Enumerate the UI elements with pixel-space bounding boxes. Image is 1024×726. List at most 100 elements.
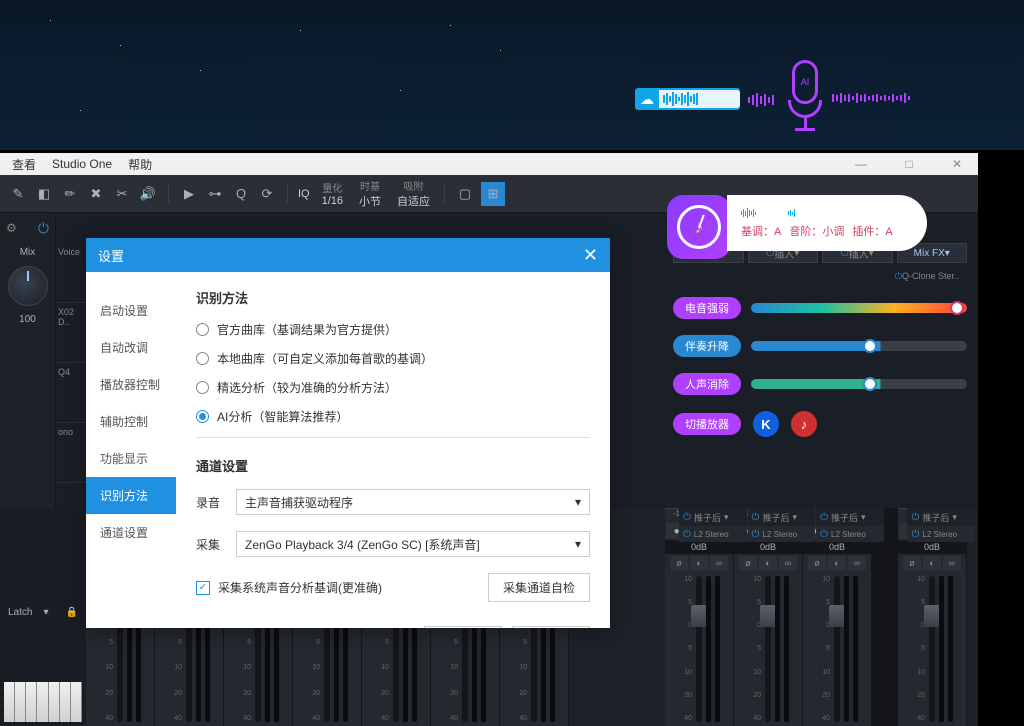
netease-icon[interactable]: ♪ xyxy=(791,411,817,437)
link-icon[interactable]: ∞ xyxy=(943,556,961,570)
gain-value: 0dB xyxy=(734,540,802,554)
track-item[interactable]: X02 D.. xyxy=(56,303,86,363)
stereo-icon[interactable]: ◐ xyxy=(828,556,846,570)
snap-dropdown[interactable]: 吸附 自适应 xyxy=(391,178,436,209)
post-fader-cell[interactable]: ⏻推子后 ▾ xyxy=(748,508,816,526)
mute-tool-icon[interactable]: ✖ xyxy=(84,182,108,206)
gain-value: 0dB xyxy=(898,540,966,554)
pitch-shift-row: 伴奏升降 xyxy=(673,335,967,357)
listen-tool-icon[interactable]: 🔊 xyxy=(136,182,160,206)
zoom-tool-icon[interactable]: Q xyxy=(229,182,253,206)
view-icon-2[interactable]: ⊞ xyxy=(481,182,505,206)
post-fader-cell[interactable]: ⏻推子后 ▾ xyxy=(679,508,747,526)
capture-label: 采集 xyxy=(196,536,226,553)
capture-select[interactable]: ZenGo Playback 3/4 (ZenGo SC) [系统声音]▾ xyxy=(236,531,590,557)
menu-bar: 查看 Studio One 帮助 xyxy=(0,153,978,175)
nav-channel[interactable]: 通道设置 xyxy=(86,514,176,551)
l2-stereo-cell[interactable]: ⏻L2 Stereo xyxy=(907,526,975,542)
record-select[interactable]: 主声音捕获驱动程序▾ xyxy=(236,489,590,515)
player-switch-label: 切播放器 xyxy=(673,413,741,435)
ai-mic-widget[interactable]: AI xyxy=(785,60,825,140)
radio-select[interactable]: 精选分析（较为准确的分析方法） xyxy=(196,379,590,396)
section-detection-title: 识别方法 xyxy=(196,288,590,307)
automation-tool-icon[interactable]: ⟳ xyxy=(255,182,279,206)
nav-startup[interactable]: 启动设置 xyxy=(86,292,176,329)
gear-icon[interactable]: ⚙ xyxy=(6,221,17,235)
record-label: 录音 xyxy=(196,494,226,511)
maximize-button[interactable]: □ xyxy=(891,155,927,173)
menu-view[interactable]: 查看 xyxy=(4,156,44,173)
level-meter xyxy=(844,576,849,722)
quantize-dropdown[interactable]: 量化 1/16 xyxy=(316,180,349,207)
effect-strength-label: 电音强弱 xyxy=(673,297,741,319)
arrow-tool-icon[interactable]: ✎ xyxy=(6,182,30,206)
latch-mode[interactable]: Latch ▾ 🔒 xyxy=(4,602,82,622)
timebase-dropdown[interactable]: 时基 小节 xyxy=(353,178,387,209)
post-fader-cell[interactable]: ⏻推子后 ▾ xyxy=(816,508,884,526)
track-item[interactable]: Voice xyxy=(56,243,86,303)
post-fader-cell[interactable]: ⏻推子后 ▾ xyxy=(907,508,975,526)
level-meter xyxy=(706,576,711,722)
restore-default-button[interactable]: 恢复默认 xyxy=(424,626,502,628)
close-button[interactable]: ✕ xyxy=(939,155,975,173)
link-icon[interactable]: ∞ xyxy=(848,556,866,570)
link-icon[interactable]: ∞ xyxy=(779,556,797,570)
mix-value: 100 xyxy=(0,314,55,325)
kugou-icon[interactable]: K xyxy=(753,411,779,437)
fader[interactable] xyxy=(929,576,935,722)
split-tool-icon[interactable]: ✂ xyxy=(110,182,134,206)
radio-ai[interactable]: AI分析（智能算法推荐） xyxy=(196,408,590,425)
phase-icon[interactable]: ø xyxy=(808,556,826,570)
cloud-sync-badge[interactable]: ☁ xyxy=(635,88,740,110)
menu-help[interactable]: 帮助 xyxy=(120,156,160,173)
nav-display[interactable]: 功能显示 xyxy=(86,440,176,477)
mixer-left-panel: Latch ▾ 🔒 xyxy=(0,508,86,726)
dialog-title: 设置 xyxy=(98,246,124,265)
radio-official[interactable]: 官方曲库（基调结果为官方提供） xyxy=(196,321,590,338)
effect-strength-slider[interactable] xyxy=(751,303,967,313)
link-icon[interactable]: ∞ xyxy=(710,556,728,570)
dialog-close-icon[interactable]: ✕ xyxy=(583,245,598,266)
transport-icon[interactable]: ▶ xyxy=(177,182,201,206)
phase-icon[interactable]: ø xyxy=(903,556,921,570)
mic-wave-right xyxy=(832,93,910,103)
system-audio-checkbox[interactable]: ✓ xyxy=(196,581,210,595)
tools-button[interactable]: 周边工具 xyxy=(512,626,590,628)
l2-stereo-cell[interactable]: ⏻L2 Stereo xyxy=(679,526,747,542)
nav-detection[interactable]: 识别方法 xyxy=(86,477,176,514)
phase-icon[interactable]: ø xyxy=(670,556,688,570)
nav-player-control[interactable]: 播放器控制 xyxy=(86,366,176,403)
effect-strength-row: 电音强弱 xyxy=(673,297,967,319)
key-info-widget[interactable]: ♪ 基调：A 音阶：小调 插件：A xyxy=(667,195,927,255)
nav-aux-control[interactable]: 辅助控制 xyxy=(86,403,176,440)
l2-stereo-cell[interactable]: ⏻L2 Stereo xyxy=(816,526,884,542)
minimize-button[interactable]: — xyxy=(843,155,879,173)
power-icon[interactable]: ⏻ xyxy=(38,220,49,237)
view-icon-1[interactable]: ▢ xyxy=(453,182,477,206)
l2-stereo-cell[interactable]: ⏻L2 Stereo xyxy=(748,526,816,542)
stereo-icon[interactable]: ◐ xyxy=(759,556,777,570)
level-meter xyxy=(948,576,953,722)
fader[interactable] xyxy=(696,576,702,722)
vocal-remove-slider[interactable] xyxy=(751,379,967,389)
mix-knob[interactable] xyxy=(8,266,48,306)
menu-studio-one[interactable]: Studio One xyxy=(44,157,120,171)
channel-check-button[interactable]: 采集通道自检 xyxy=(488,573,590,602)
stereo-icon[interactable]: ◐ xyxy=(690,556,708,570)
player-switch-row: 切播放器 K ♪ xyxy=(673,411,967,437)
key-analyzer-icon: ♪ xyxy=(667,195,731,259)
radio-local[interactable]: 本地曲库（可自定义添加每首歌的基调） xyxy=(196,350,590,367)
paint-tool-icon[interactable]: ✏ xyxy=(58,182,82,206)
phase-icon[interactable]: ø xyxy=(739,556,757,570)
track-item[interactable]: ono xyxy=(56,423,86,483)
pitch-shift-slider[interactable] xyxy=(751,341,967,351)
fader[interactable] xyxy=(765,576,771,722)
piano-keyboard[interactable] xyxy=(4,682,82,722)
snap-icon[interactable]: ⊶ xyxy=(203,182,227,206)
eraser-tool-icon[interactable]: ◧ xyxy=(32,182,56,206)
track-item[interactable]: Q4 xyxy=(56,363,86,423)
qclone-label[interactable]: ⏻ Q-Clone Ster.. xyxy=(673,271,967,287)
stereo-icon[interactable]: ◐ xyxy=(923,556,941,570)
fader[interactable] xyxy=(834,576,840,722)
nav-autotune[interactable]: 自动改调 xyxy=(86,329,176,366)
